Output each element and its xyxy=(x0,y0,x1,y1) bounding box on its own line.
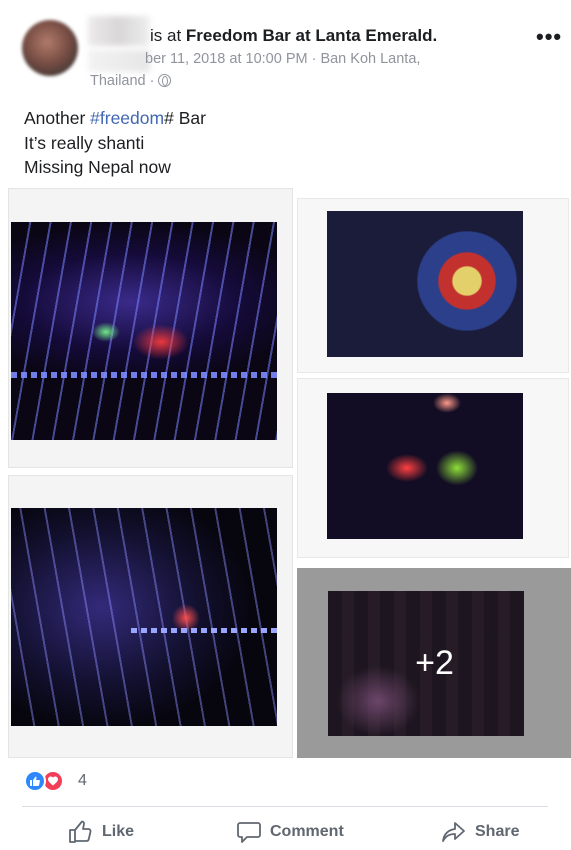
comment-icon xyxy=(237,822,261,843)
post-actions: Like Comment Share xyxy=(0,810,571,850)
blurred-date xyxy=(88,50,150,72)
location-text[interactable]: Thailand · xyxy=(90,73,154,89)
thumbs-up-icon xyxy=(69,820,92,843)
photo-1[interactable] xyxy=(8,188,293,468)
photo-5-more[interactable]: +2 xyxy=(297,568,571,758)
like-label: Like xyxy=(102,823,135,840)
divider xyxy=(22,806,548,807)
photo-2[interactable] xyxy=(297,198,569,373)
globe-icon[interactable] xyxy=(158,74,172,87)
text-suffix: # Bar xyxy=(164,108,206,128)
reaction-count[interactable]: 4 xyxy=(78,772,87,790)
photo-4[interactable] xyxy=(297,378,569,558)
post-text-line-1: Another #freedom# Bar xyxy=(24,106,206,131)
share-button[interactable]: Share xyxy=(441,820,519,844)
photo-4-image xyxy=(327,393,523,539)
more-options-icon[interactable]: ••• xyxy=(536,26,562,48)
photo-3-image xyxy=(11,508,277,726)
photo-2-image xyxy=(327,211,523,357)
avatar[interactable] xyxy=(22,20,78,76)
post-timestamp[interactable]: ber 11, 2018 at 10:00 PM · Ban Koh Lanta… xyxy=(145,51,420,67)
headline-prefix: is at xyxy=(150,26,182,45)
post-header: is at Freedom Bar at Lanta Emerald. ber … xyxy=(0,0,571,100)
post-text: Another #freedom# Bar It’s really shanti… xyxy=(24,106,206,180)
hashtag-link[interactable]: #freedom xyxy=(90,108,164,128)
place-link[interactable]: Freedom Bar at Lanta Emerald. xyxy=(186,26,437,45)
post-location-line: Thailand · xyxy=(90,73,172,89)
more-photos-overlay[interactable]: +2 xyxy=(298,569,571,757)
blurred-author-name[interactable] xyxy=(88,16,150,46)
photo-grid: +2 xyxy=(8,188,571,758)
comment-button[interactable]: Comment xyxy=(236,820,344,844)
like-button[interactable]: Like xyxy=(68,820,134,844)
share-icon xyxy=(442,822,465,842)
text-prefix: Another xyxy=(24,108,91,128)
photo-1-image xyxy=(11,222,277,440)
post-text-line-3: Missing Nepal now xyxy=(24,157,171,177)
photo-3[interactable] xyxy=(8,475,293,758)
post-text-line-2: It’s really shanti xyxy=(24,132,145,153)
comment-label: Comment xyxy=(270,823,344,840)
post-headline: is at Freedom Bar at Lanta Emerald. xyxy=(150,26,437,46)
more-photos-count: +2 xyxy=(415,643,454,682)
share-label: Share xyxy=(475,823,520,840)
like-reaction-icon xyxy=(24,770,46,792)
